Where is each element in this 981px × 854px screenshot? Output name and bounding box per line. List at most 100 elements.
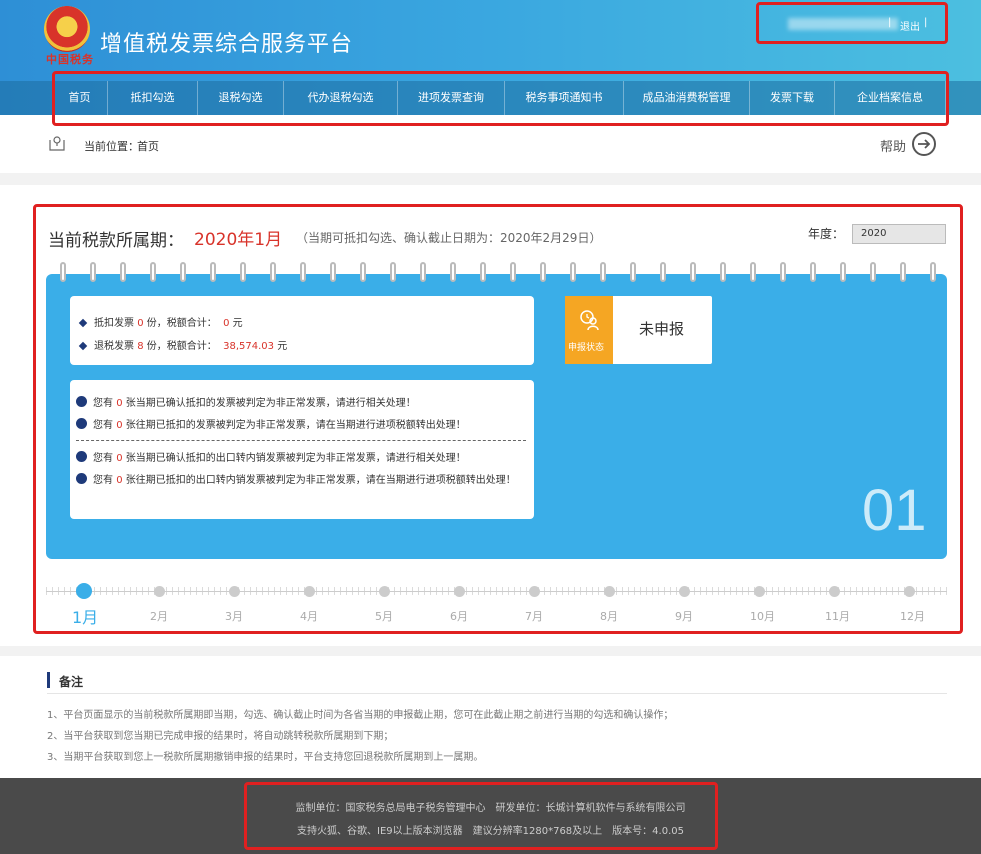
month-dot[interactable]	[453, 585, 465, 597]
abnormal-invoice-alerts: 您有 0 张当期已确认抵扣的发票被判定为非正常发票，请进行相关处理！ 您有 0 …	[70, 380, 534, 519]
month-label[interactable]: 12月	[900, 608, 925, 624]
binder-ring	[630, 262, 636, 282]
month-label[interactable]: 5月	[375, 608, 393, 624]
month-dot[interactable]	[76, 583, 92, 599]
site-title: 增值税发票综合服务平台	[100, 32, 354, 57]
month-label[interactable]: 4月	[300, 608, 318, 624]
month-dot[interactable]	[678, 585, 690, 597]
month-dot[interactable]	[228, 585, 240, 597]
invoice-summary-card: 抵扣发票 0 份，税额合计： 0 元 退税发票 8 份，税额合计： 38,574…	[70, 296, 534, 365]
month-label[interactable]: 7月	[525, 608, 543, 624]
bell-icon	[76, 418, 87, 429]
notes-section: 备注 1、平台页面显示的当前税款所属期即当期，勾选、确认截止时间为各省当期的申报…	[0, 656, 981, 778]
location-icon	[49, 136, 65, 151]
binder-ring	[60, 262, 66, 282]
binder-ring	[90, 262, 96, 282]
binder-ring	[780, 262, 786, 282]
footer-line: 支持火狐、谷歌、IE9以上版本浏览器 建议分辨率1280*768及以上 版本号：…	[297, 826, 684, 837]
month-label[interactable]: 1月	[72, 604, 98, 628]
nav-item[interactable]: 成品油消费税管理	[624, 81, 750, 115]
alert-item: 您有 0 张往期已抵扣的发票被判定为非正常发票，请在当期进行进项税额转出处理！	[76, 418, 526, 433]
binder-ring	[600, 262, 606, 282]
binder-ring	[390, 262, 396, 282]
refund-summary: 退税发票 8 份，税额合计： 38,574.03 元	[78, 337, 287, 352]
period-label: 当前税款所属期：	[48, 231, 184, 251]
binder-ring	[690, 262, 696, 282]
month-label[interactable]: 10月	[750, 608, 775, 624]
binder-ring	[570, 262, 576, 282]
month-label[interactable]: 11月	[825, 608, 850, 624]
breadcrumb-bar: 当前位置： 首页 帮助	[0, 115, 981, 173]
footer: 监制单位：国家税务总局电子税务管理中心 研发单位：长城计算机软件与系统有限公司 …	[0, 778, 981, 854]
header: 中国税务 增值税发票综合服务平台 | 退出 | 首页 抵扣勾选 退税勾选 代办退税勾选…	[0, 0, 981, 115]
declare-status-label: 申报状态	[568, 343, 605, 353]
nav-item[interactable]: 企业档案信息	[835, 81, 946, 115]
footer-line: 监制单位：国家税务总局电子税务管理中心 研发单位：长城计算机软件与系统有限公司	[295, 803, 686, 814]
main-panel: 当前税款所属期： 2020年1月 （当期可抵扣勾选、确认截止日期为：2020年2…	[0, 185, 981, 646]
declare-status-value: 未申报	[639, 320, 685, 338]
note-item: 3、当期平台获取到您上一税款所属期撤销申报的结果时，平台支持您回退税款所属期到上…	[47, 752, 484, 763]
alert-item: 您有 0 张当期已确认抵扣的出口转内销发票被判定为非正常发票，请进行相关处理！	[76, 451, 526, 466]
binder-ring	[330, 262, 336, 282]
main-nav: 首页 抵扣勾选 退税勾选 代办退税勾选 进项发票查询 税务事项通知书 成品油消费税管理 发票下…	[0, 81, 981, 115]
year-label: 年度：	[808, 227, 845, 241]
refund-count: 8	[137, 341, 144, 352]
alert-item: 您有 0 张往期已抵扣的出口转内销发票被判定为非正常发票，请在当期进行进项税额转…	[76, 473, 526, 488]
binder-ring	[510, 262, 516, 282]
nav-item[interactable]: 进项发票查询	[398, 81, 505, 115]
nav-item[interactable]: 税务事项通知书	[505, 81, 624, 115]
month-label[interactable]: 3月	[225, 608, 243, 624]
nav-item[interactable]: 退税勾选	[198, 81, 284, 115]
user-separator: |	[888, 17, 892, 28]
binder-ring	[840, 262, 846, 282]
divider	[76, 440, 526, 441]
nav-item[interactable]: 代办退税勾选	[284, 81, 398, 115]
person-clock-icon	[580, 310, 599, 331]
deduct-summary: 抵扣发票 0 份，税额合计： 0 元	[78, 314, 243, 329]
month-label[interactable]: 8月	[600, 608, 618, 624]
month-label[interactable]: 6月	[450, 608, 468, 624]
binder-ring	[150, 262, 156, 282]
month-label[interactable]: 2月	[150, 608, 168, 624]
user-area: | 退出 |	[772, 15, 932, 33]
nav-item[interactable]: 首页	[52, 81, 108, 115]
logout-link[interactable]: 退出	[900, 18, 920, 33]
bell-icon	[76, 473, 87, 484]
nav-item[interactable]: 发票下载	[750, 81, 835, 115]
binder-ring	[120, 262, 126, 282]
month-label[interactable]: 9月	[675, 608, 693, 624]
notes-title: 备注	[59, 675, 84, 689]
month-dot[interactable]	[153, 585, 165, 597]
month-dot[interactable]	[378, 585, 390, 597]
year-select[interactable]: 2020	[852, 224, 946, 244]
month-dot[interactable]	[828, 585, 840, 597]
binder-ring	[450, 262, 456, 282]
month-dot[interactable]	[603, 585, 615, 597]
note-item: 2、当平台获取到您当期已完成申报的结果时，将自动跳转税款所属期到下期；	[47, 731, 394, 742]
breadcrumb-label: 当前位置：	[84, 140, 139, 153]
binder-ring	[930, 262, 936, 282]
binder-ring	[420, 262, 426, 282]
period-value: 2020年1月	[194, 230, 283, 250]
period-deadline-note: （当期可抵扣勾选、确认截止日期为：2020年2月29日）	[296, 231, 602, 245]
user-separator: |	[924, 17, 928, 28]
help-link[interactable]: 帮助	[880, 136, 906, 155]
month-dot[interactable]	[753, 585, 765, 597]
bell-icon	[76, 396, 87, 407]
binder-ring	[540, 262, 546, 282]
binder-ring	[210, 262, 216, 282]
binder-ring	[810, 262, 816, 282]
month-dot[interactable]	[903, 585, 915, 597]
arrow-right-circle-icon[interactable]	[912, 132, 936, 156]
month-dot[interactable]	[303, 585, 315, 597]
month-dot[interactable]	[528, 585, 540, 597]
diamond-bullet-icon	[78, 318, 88, 328]
binder-ring	[360, 262, 366, 282]
binder-ring	[750, 262, 756, 282]
deduct-count: 0	[137, 318, 144, 329]
alert-item: 您有 0 张当期已确认抵扣的发票被判定为非正常发票，请进行相关处理！	[76, 396, 526, 411]
breadcrumb-current: 首页	[137, 140, 159, 153]
binder-ring	[300, 262, 306, 282]
timeline-ticks	[46, 587, 947, 595]
nav-item[interactable]: 抵扣勾选	[108, 81, 198, 115]
